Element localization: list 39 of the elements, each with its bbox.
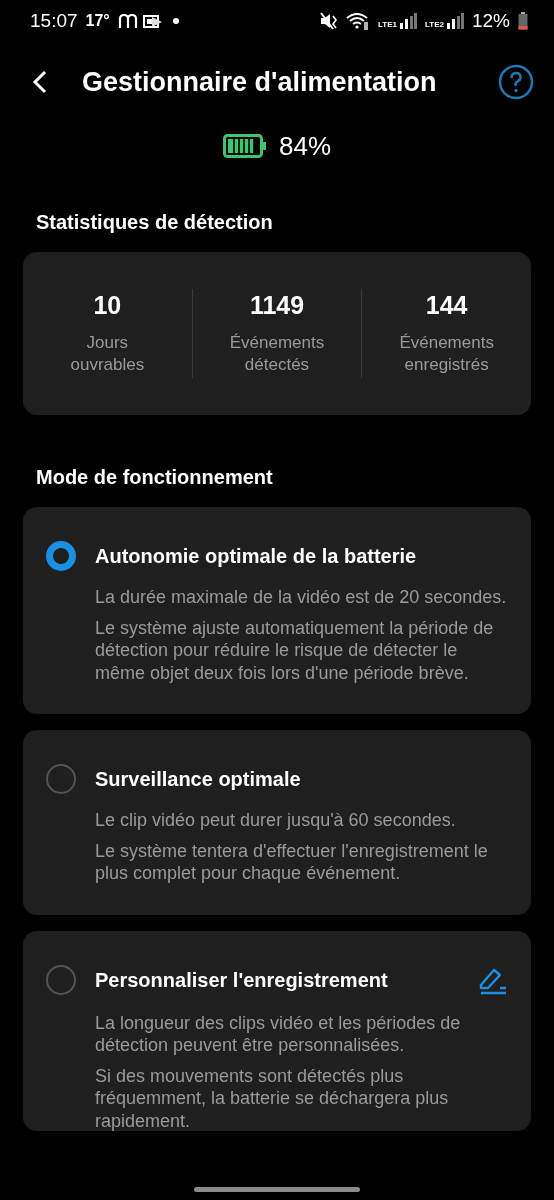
- page-title: Gestionnaire d'alimentation: [82, 66, 438, 98]
- app-notification-icon: [117, 13, 164, 29]
- radio-button[interactable]: [45, 540, 77, 572]
- option-description: La longueur des clips vidéo et les périodes de détection peuvent être personnalisées.: [95, 1011, 462, 1057]
- option-description: Le système tentera d'effectuer l'enregistrement le plus complet pour chaque événement.: [95, 839, 489, 885]
- mode-option[interactable]: [23, 507, 531, 714]
- stat-value: 144: [425, 291, 468, 320]
- dot-icon: [171, 17, 180, 25]
- section-title: Mode de fonctionnement: [35, 465, 274, 489]
- option-description: Le système ajuste automatiquement la période de détection pour réduire le risque de détecter le même objet deux fois lors d'une période brève.: [95, 616, 495, 684]
- wifi-icon: [346, 12, 371, 30]
- sim-label: LTE2: [425, 21, 444, 29]
- option-title: Surveillance optimale: [95, 767, 302, 792]
- mute-icon: [320, 12, 339, 30]
- mode-option[interactable]: Surveillance optimale Le clip vidéo peut durer jusqu'à 60 secondes. Le système tentera d'effectuer l'enregistrement le plus complet pour chaque événement.: [23, 730, 531, 915]
- clock: 15:07: [30, 10, 78, 32]
- stat-label: Jours ouvrables: [69, 332, 146, 376]
- stat-label: Événements détectés: [228, 332, 326, 376]
- option-description: Si des mouvements sont détectés plus fréquemment, la batterie se déchargera plus rapidement.: [95, 1064, 450, 1131]
- signal-icon: [445, 13, 464, 29]
- option-title: Personnaliser l'enregistrement: [95, 967, 389, 993]
- signal-icon: [399, 13, 417, 29]
- sim-label: LTE1: [378, 21, 397, 29]
- mode-option[interactable]: [23, 930, 531, 1131]
- help-icon[interactable]: [498, 64, 534, 100]
- battery-icon: [518, 12, 528, 30]
- radio-button[interactable]: [45, 963, 77, 996]
- section-title: Statistiques de détection: [35, 210, 274, 234]
- battery-percent: 12%: [471, 10, 510, 32]
- temperature: 17°: [85, 12, 110, 30]
- stat-value: 1149: [249, 291, 305, 320]
- option-title: Autonomie optimale de la batterie: [95, 544, 418, 569]
- battery-level: 84%: [278, 130, 331, 162]
- stat-label: Événements enregistrés: [398, 332, 495, 376]
- option-description: La durée maximale de la vidéo est de 20 secondes.: [95, 586, 508, 609]
- battery-level-icon: [222, 134, 267, 158]
- radio-button[interactable]: [45, 763, 77, 795]
- stat-value: 10: [93, 291, 122, 320]
- option-description: Le clip vidéo peut durer jusqu'à 60 secondes.: [95, 809, 457, 832]
